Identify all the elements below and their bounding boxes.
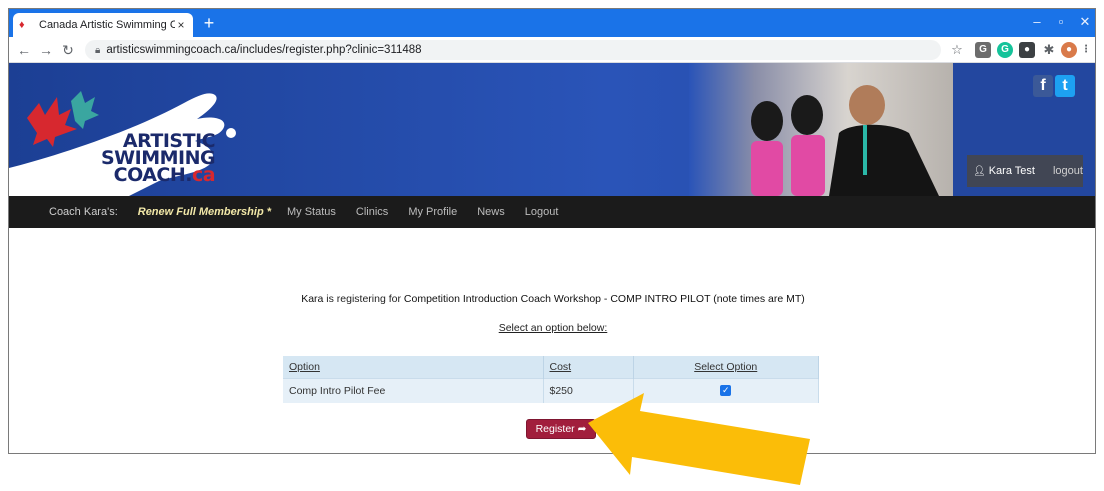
extension-g-icon[interactable]: G xyxy=(975,42,991,58)
header-select-option: Select Option xyxy=(633,356,819,378)
registration-sentence: Kara is registering for Competition Intr… xyxy=(9,293,1095,305)
lock-icon: 🔒︎ xyxy=(95,44,101,56)
menu-icon[interactable]: ⋮ xyxy=(1081,42,1091,58)
extensions-puzzle-icon[interactable]: ✱ xyxy=(1041,42,1057,58)
register-label: Register xyxy=(535,423,575,435)
profile-avatar[interactable]: ● xyxy=(1061,42,1077,58)
facebook-icon[interactable]: f xyxy=(1033,75,1053,97)
grammarly-icon[interactable]: G xyxy=(997,42,1013,58)
header-option: Option xyxy=(283,356,544,378)
minimize-icon[interactable]: – xyxy=(1027,14,1047,30)
registering-text: is registering for xyxy=(326,293,401,305)
maximize-icon[interactable]: ▫ xyxy=(1051,14,1071,30)
extension-mask-icon[interactable]: ● xyxy=(1019,42,1035,58)
url-text: artisticswimmingcoach.ca/includes/regist… xyxy=(106,44,422,56)
user-box: 👤︎ Kara Test logout xyxy=(967,155,1083,187)
logo-ca: ca xyxy=(192,164,216,186)
main-content: Kara is registering for Competition Intr… xyxy=(9,228,1095,453)
logo-line-3: COACH. xyxy=(113,164,193,186)
maple-leaf-icon: ♦ xyxy=(19,19,25,31)
new-tab-button[interactable]: + xyxy=(199,14,219,32)
browser-tab-bar: ♦ Canada Artistic Swimming Coach × + – ▫… xyxy=(9,9,1095,37)
close-window-icon[interactable]: ✕ xyxy=(1075,14,1095,30)
table-header-row: Option Cost Select Option xyxy=(283,356,819,378)
option-name: Comp Intro Pilot Fee xyxy=(283,377,544,403)
nav-item-my-status[interactable]: My Status xyxy=(287,206,336,218)
forward-icon[interactable]: → xyxy=(37,41,55,59)
nav-item-clinics[interactable]: Clinics xyxy=(356,206,388,218)
twitter-icon[interactable]: t xyxy=(1055,75,1075,97)
site-logo[interactable]: ARTISTIC SWIMMING COACH.ca xyxy=(101,132,216,186)
star-icon[interactable]: ☆ xyxy=(949,42,965,58)
nav-lead-label: Coach Kara's: xyxy=(49,206,118,218)
nav-item-news[interactable]: News xyxy=(477,206,505,218)
reload-icon[interactable]: ↻ xyxy=(59,41,77,59)
user-name-link[interactable]: Kara Test xyxy=(989,165,1035,177)
nav-item-logout[interactable]: Logout xyxy=(525,206,559,218)
annotation-arrow-icon xyxy=(588,393,810,485)
back-icon[interactable]: ← xyxy=(15,41,33,59)
browser-tab[interactable]: ♦ Canada Artistic Swimming Coach × xyxy=(13,13,193,37)
select-prompt: Select an option below: xyxy=(498,322,608,334)
site-header: ARTISTIC SWIMMING COACH.ca f t 👤︎ Kara T… xyxy=(9,63,1095,196)
share-arrow-icon: ➦ xyxy=(577,423,587,435)
user-icon: 👤︎ xyxy=(973,165,986,177)
nav-renew-membership[interactable]: Renew Full Membership * xyxy=(138,206,271,218)
tab-title: Canada Artistic Swimming Coach xyxy=(39,19,175,31)
address-bar: ← → ↻ 🔒︎ artisticswimmingcoach.ca/includ… xyxy=(9,37,1095,63)
browser-window: ♦ Canada Artistic Swimming Coach × + – ▫… xyxy=(8,8,1096,454)
register-button[interactable]: Register ➦ xyxy=(526,419,596,439)
close-tab-icon[interactable]: × xyxy=(175,18,187,32)
registrant-name: Kara xyxy=(301,293,324,305)
header-logout-link[interactable]: logout xyxy=(1053,165,1083,177)
clinic-name: Competition Introduction Coach Workshop … xyxy=(403,293,805,305)
header-cost: Cost xyxy=(543,356,634,378)
url-field[interactable]: 🔒︎ artisticswimmingcoach.ca/includes/reg… xyxy=(85,40,941,60)
site-nav: Coach Kara's: Renew Full Membership * My… xyxy=(9,196,1095,228)
nav-item-my-profile[interactable]: My Profile xyxy=(408,206,457,218)
header-photo xyxy=(689,63,953,196)
